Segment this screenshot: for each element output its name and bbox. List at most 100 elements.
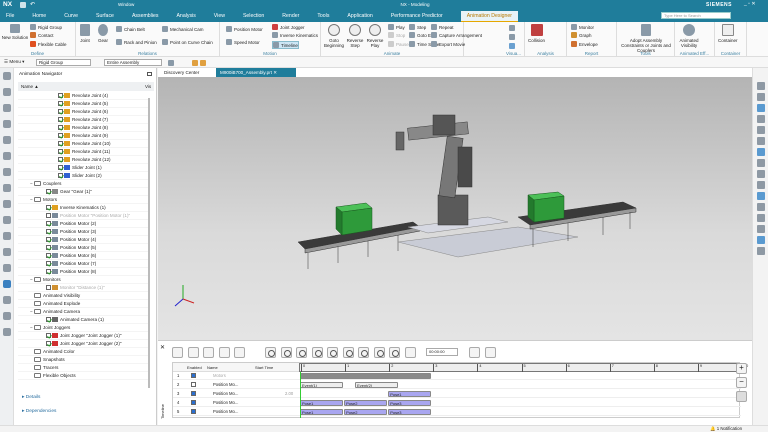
enabled-checkbox[interactable] — [191, 391, 196, 396]
details-section[interactable]: ▸ Details — [22, 395, 40, 400]
fit-button[interactable] — [736, 391, 747, 402]
visibility-checkbox[interactable] — [58, 133, 63, 138]
visibility-checkbox[interactable] — [58, 125, 63, 130]
container-button[interactable]: Container — [718, 24, 738, 43]
timeline-pose-bar[interactable]: Pose2 — [344, 400, 388, 406]
export-button[interactable] — [485, 347, 496, 358]
visibility-checkbox[interactable] — [58, 109, 63, 114]
tab-file[interactable]: File — [6, 13, 14, 19]
tab-selection[interactable]: Selection — [243, 13, 264, 19]
view-icon[interactable] — [757, 137, 765, 145]
visibility-checkbox[interactable] — [58, 93, 63, 98]
undo-icon[interactable]: ↶ — [30, 1, 35, 8]
resource-icon[interactable] — [3, 216, 11, 224]
stop-button[interactable]: Stop — [388, 32, 405, 38]
graphics-viewport[interactable] — [158, 77, 752, 340]
time-input[interactable]: 00:00:00 — [426, 348, 458, 356]
resource-icon[interactable] — [3, 200, 11, 208]
reverse-step-button[interactable] — [280, 347, 292, 358]
resource-icon[interactable] — [3, 168, 11, 176]
tree-scrollbar[interactable] — [148, 98, 150, 388]
visibility-checkbox[interactable] — [58, 157, 63, 162]
goto-beginning-button[interactable]: Goto Beginning — [324, 24, 344, 48]
timeline-row[interactable]: 3 Position Mo... 2.00 Pose1 — [173, 390, 741, 398]
snapshot-button[interactable] — [234, 347, 245, 358]
view-icon[interactable] — [757, 214, 765, 222]
step-button[interactable]: Step — [409, 24, 426, 30]
contact-button[interactable]: Contact — [30, 32, 54, 38]
window-controls[interactable]: _ ▫ ✕ — [744, 1, 756, 7]
visibility-checkbox[interactable] — [58, 165, 63, 170]
visibility-checkbox[interactable] — [46, 285, 51, 290]
delete-button[interactable] — [250, 347, 261, 358]
speed-motor-button[interactable]: Speed Motor — [226, 39, 260, 45]
chain-belt-button[interactable]: Chain Belt — [116, 26, 145, 32]
timeline-row[interactable]: 4 Position Mo... Pose1 Pose2 Pose3 — [173, 399, 741, 407]
resource-icon[interactable] — [3, 232, 11, 240]
tree-folder[interactable]: Snapshots — [18, 356, 150, 364]
timeline-group-bar[interactable] — [300, 373, 432, 379]
pause-button[interactable] — [342, 347, 354, 358]
timeline-pose-bar[interactable]: Pose3 — [388, 400, 432, 406]
timeline-row[interactable]: 1 Motors — [173, 372, 741, 380]
resource-icon[interactable] — [3, 88, 11, 96]
tree-folder[interactable]: Animated Visibility — [18, 292, 150, 300]
goto-beginning-button[interactable] — [265, 347, 276, 358]
joint-button[interactable]: Joint — [80, 24, 90, 43]
view-icon[interactable] — [757, 104, 765, 112]
tree-folder[interactable]: Flexible Objects — [18, 372, 150, 380]
timeline-row[interactable]: 5 Position Mo... Pose1 Pose2 Pose3 — [173, 408, 741, 416]
zoom-in-button[interactable]: + — [736, 363, 747, 374]
view-icon[interactable] — [757, 181, 765, 189]
tree-folder[interactable]: Animated Explode — [18, 300, 150, 308]
tab-view[interactable]: View — [214, 13, 225, 19]
resource-icon[interactable] — [3, 296, 11, 304]
view-icon[interactable] — [757, 159, 765, 167]
tab-assembly[interactable]: M900iB700_Assembly.prt ✕ — [216, 68, 296, 77]
window-menu[interactable]: Window — [118, 2, 134, 7]
resource-icon[interactable] — [3, 280, 11, 288]
visibility-checkbox[interactable] — [46, 245, 51, 250]
enabled-checkbox[interactable] — [191, 382, 196, 387]
enabled-checkbox[interactable] — [191, 409, 196, 414]
enabled-checkbox[interactable] — [191, 400, 196, 405]
collision-button[interactable]: Collision — [528, 24, 545, 43]
timeline-row[interactable]: 2 Position Mo... Event(1) Event(2) — [173, 381, 741, 389]
visibility-checkbox[interactable] — [46, 253, 51, 258]
tree-folder[interactable]: Tracers — [18, 364, 150, 372]
visibility-checkbox[interactable] — [58, 149, 63, 154]
resource-icon[interactable] — [3, 264, 11, 272]
reverse-play-button[interactable] — [296, 347, 307, 358]
flexible-cable-button[interactable]: Flexible Cable — [30, 41, 67, 47]
resource-icon[interactable] — [3, 328, 11, 336]
time-cursor[interactable] — [300, 372, 301, 418]
visibility-checkbox[interactable] — [46, 205, 51, 210]
maximize-icon[interactable] — [147, 72, 152, 76]
tree-item[interactable]: Joint Jogger "Joint Jogger (2)" — [18, 340, 150, 348]
column-vis[interactable]: Vis — [145, 82, 151, 91]
view-icon[interactable] — [757, 126, 765, 134]
tab-discovery-center[interactable]: Discovery Center — [160, 68, 203, 77]
resource-icon[interactable] — [3, 184, 11, 192]
joint-jogger-button[interactable]: Joint Jogger — [272, 24, 305, 30]
visibility-checkbox[interactable] — [58, 101, 63, 106]
animated-visibility-button[interactable]: Animated Visibility — [677, 24, 701, 48]
visibility-checkbox[interactable] — [46, 213, 51, 218]
new-solution-button[interactable]: New Solution — [2, 24, 28, 40]
resource-icon[interactable] — [3, 312, 11, 320]
enabled-checkbox[interactable] — [191, 373, 196, 378]
tab-analysis[interactable]: Analysis — [176, 13, 195, 19]
visibility-checkbox[interactable] — [46, 229, 51, 234]
menu-button[interactable]: ☰ Menu ▾ — [4, 59, 25, 65]
resource-icon[interactable] — [3, 104, 11, 112]
time-ruler[interactable]: 012345678910 — [299, 363, 748, 372]
view-icon[interactable] — [757, 148, 765, 156]
visibility-checkbox[interactable] — [46, 317, 51, 322]
camera-button[interactable] — [203, 347, 214, 358]
export-movie-button[interactable]: Export Movie — [431, 41, 465, 47]
resource-icon[interactable] — [3, 152, 11, 160]
play-button[interactable] — [311, 347, 323, 358]
visibility-checkbox[interactable] — [46, 237, 51, 242]
tree-item[interactable]: Monitor "Distance (1)" — [18, 284, 150, 292]
visibility-checkbox[interactable] — [46, 189, 51, 194]
